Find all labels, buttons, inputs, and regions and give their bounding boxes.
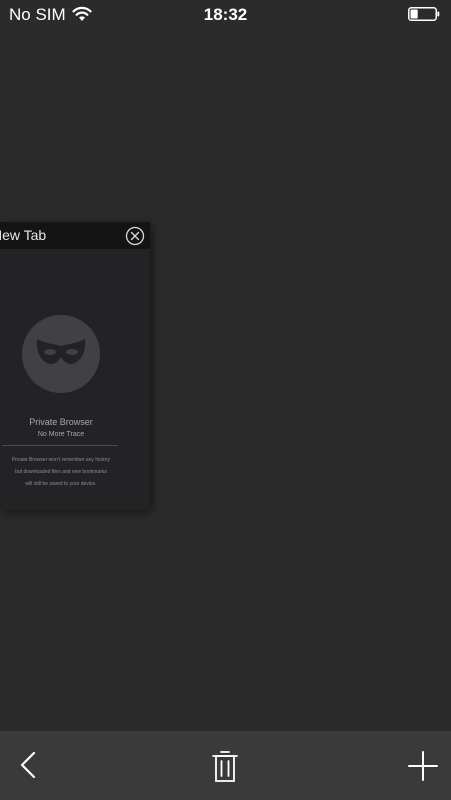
tab-preview: Private Browser No More Trace Private Br…	[0, 249, 150, 510]
trash-icon	[212, 751, 238, 782]
description-line: Private Browser won’t remember any histo…	[11, 457, 111, 463]
delete-all-tabs-button[interactable]	[210, 747, 240, 783]
new-tab-button[interactable]	[406, 749, 440, 783]
battery-icon	[408, 7, 440, 21]
clock: 18:32	[203, 5, 248, 24]
plus-icon	[408, 751, 438, 781]
status-bar: No SIM 18:32	[0, 0, 451, 30]
back-button[interactable]	[14, 749, 44, 781]
close-tab-icon[interactable]	[125, 226, 145, 246]
tab-title: New Tab	[0, 227, 47, 243]
private-browser-description: Private Browser won’t remember any histo…	[0, 454, 122, 490]
chevron-left-icon	[20, 751, 36, 779]
private-browser-title: Private Browser	[29, 417, 93, 427]
description-line: will still be saved to your device.	[25, 481, 97, 487]
private-browser-subtitle: No More Trace	[37, 431, 85, 438]
mask-icon	[36, 339, 86, 365]
bottom-toolbar	[0, 731, 451, 800]
divider	[2, 445, 118, 446]
tab-card[interactable]: New Tab Private Browser No More Trace Pr…	[0, 222, 150, 510]
private-mask-badge	[22, 315, 100, 393]
description-line: but downloaded files and new bookmarks	[15, 469, 107, 475]
